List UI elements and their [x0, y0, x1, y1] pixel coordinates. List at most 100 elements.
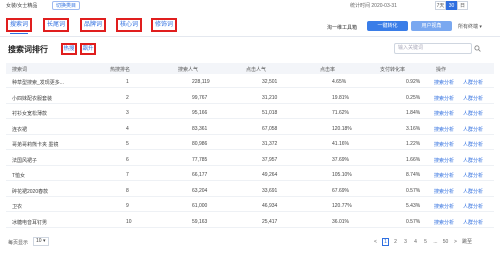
cell-search-pop: 80,986 — [192, 141, 208, 147]
search-icon[interactable] — [474, 45, 481, 52]
cell-click-pop: 49,264 — [262, 172, 278, 178]
cell-conv: 1.22% — [406, 141, 421, 147]
search-analysis-link[interactable]: 搜索分析 — [434, 110, 454, 117]
col-click-pop[interactable]: 点击人气 — [246, 66, 266, 73]
cell-click-pop: 33,691 — [262, 187, 278, 194]
col-conv[interactable]: 支付转化率 — [380, 66, 405, 73]
crowd-analysis-link[interactable]: 人群分析 — [463, 219, 483, 226]
tab-search-terms[interactable]: 搜索词 — [6, 18, 32, 34]
crowd-analysis-link[interactable]: 人群分析 — [463, 172, 483, 179]
search-analysis-link[interactable]: 搜索分析 — [434, 79, 454, 86]
timeframe-day[interactable]: 日 — [457, 1, 468, 10]
table-row: 哥弟哥莉熊卡夹 墨镜 5 80,986 31,372 41.16% 1.22% 搜索分析 人群… — [6, 137, 494, 150]
cell-term: 衬衫女宽松薄款 — [12, 111, 48, 117]
search-analysis-link[interactable]: 搜索分析 — [434, 95, 454, 102]
terminal-select-label: 所有终端 — [458, 24, 479, 30]
subtab-hot[interactable]: 热搜 — [61, 43, 77, 55]
pagination: < 1 2 3 4 5 ... 50 > — [372, 238, 459, 246]
cell-conv: 8.74% — [406, 172, 421, 178]
tab-core[interactable]: 核心词 — [116, 18, 142, 32]
cell-ctr: 120.18% — [332, 125, 352, 132]
page-size-select[interactable]: 10 ▾ — [33, 237, 49, 246]
cell-conv: 0.57% — [406, 187, 421, 194]
col-term[interactable]: 搜索词 — [12, 66, 27, 73]
crowd-analysis-link[interactable]: 人群分析 — [463, 141, 483, 148]
cell-ctr: 41.16% — [332, 141, 349, 147]
crowd-analysis-link[interactable]: 人群分析 — [463, 126, 483, 133]
next-page-button[interactable]: > — [452, 238, 459, 246]
table-row: 卫衣 9 61,000 46,934 120.77% 5.43% 搜索分析 人群分析 — [6, 199, 494, 212]
search-analysis-link[interactable]: 搜索分析 — [434, 126, 454, 133]
table-header: 搜索词 热搜排名 搜索人气 点击人气 点击率 支付转化率 操作 — [6, 63, 494, 74]
crowd-analysis-link[interactable]: 人群分析 — [463, 79, 483, 86]
period-text: 统计时间 2020-03-31 — [350, 3, 397, 9]
timeframe-switch: 7天 30天 日 — [435, 1, 468, 17]
timeframe-7d[interactable]: 7天 — [435, 1, 446, 10]
search-analysis-link[interactable]: 搜索分析 — [434, 157, 454, 164]
page-2[interactable]: 2 — [392, 238, 399, 246]
cell-conv: 1.84% — [406, 110, 421, 116]
search-analysis-link[interactable]: 搜索分析 — [434, 141, 454, 148]
user-view-button[interactable]: 用户视角 — [411, 21, 452, 31]
crowd-analysis-link[interactable]: 人群分析 — [463, 95, 483, 102]
tab-brand[interactable]: 品牌词 — [80, 18, 106, 32]
table-row: 碎花裙2020春款 8 63,204 33,691 67.69% 0.57% 搜索分析 人群分… — [6, 184, 494, 197]
cell-search-pop: 59,163 — [192, 218, 208, 225]
cell-search-pop: 99,767 — [192, 94, 208, 101]
category-breadcrumb: 女装/女士精品 — [6, 3, 38, 9]
cell-rank: 6 — [126, 156, 129, 163]
prev-page-button[interactable]: < — [372, 238, 379, 246]
table-row: 小四妹配衣服套装 2 99,767 31,210 19.81% 0.25% 搜索分析 人群分析 — [6, 91, 494, 104]
page-last[interactable]: 50 — [442, 238, 449, 246]
cell-rank: 2 — [126, 94, 129, 101]
table-row: T恤女 7 66,177 49,264 105.10% 8.74% 搜索分析 人群分析 — [6, 168, 494, 181]
cell-term: 冰糖电音耳钉男 — [12, 219, 48, 226]
crowd-analysis-link[interactable]: 人群分析 — [463, 157, 483, 164]
crowd-analysis-link[interactable]: 人群分析 — [463, 203, 483, 210]
cell-rank: 1 — [126, 79, 129, 85]
cell-term: 小四妹配衣服套装 — [12, 95, 53, 102]
tab-long-tail[interactable]: 长尾词 — [43, 18, 69, 32]
crowd-analysis-link[interactable]: 人群分析 — [463, 110, 483, 117]
table-row: 冰糖电音耳钉男 10 59,163 25,417 36.01% 0.57% 搜索分析 人群分析 — [6, 215, 494, 228]
chevron-down-icon: ▾ — [42, 238, 46, 244]
cell-rank: 8 — [126, 187, 129, 194]
search-analysis-link[interactable]: 搜索分析 — [434, 188, 454, 195]
terminal-select[interactable]: 所有终端 ▾ — [458, 23, 482, 30]
col-rank[interactable]: 热搜排名 — [110, 66, 130, 73]
search-analysis-link[interactable]: 搜索分析 — [434, 203, 454, 210]
subtab-rising[interactable]: 飙升 — [80, 43, 96, 55]
cell-search-pop: 66,177 — [192, 172, 208, 178]
cell-term: 哥弟哥莉熊卡夹 墨镜 — [12, 142, 59, 148]
page-4[interactable]: 4 — [412, 238, 419, 246]
tab-label: 搜索词 — [9, 22, 28, 28]
cell-search-pop: 77,785 — [192, 156, 208, 163]
switch-category-button[interactable]: 切换类目 — [52, 1, 81, 10]
cell-search-pop: 61,000 — [192, 203, 208, 209]
page-1[interactable]: 1 — [382, 238, 389, 246]
page-5[interactable]: 5 — [422, 238, 429, 246]
cell-term: 卫衣 — [12, 204, 23, 210]
cell-ctr: 37.69% — [332, 156, 349, 163]
cell-ctr: 36.01% — [332, 218, 349, 225]
table-row: 衬衫女宽松薄款 3 95,166 51,018 71.62% 1.84% 搜索分析 人群分析 — [6, 106, 494, 119]
table-row: 法国风裙子 6 77,785 37,957 37.69% 1.66% 搜索分析 人群分析 — [6, 153, 494, 166]
chevron-down-icon: ▾ — [479, 24, 482, 30]
cell-conv: 3.16% — [406, 125, 421, 132]
table-row: 种草型搜索_发现更多... 1 228,119 32,501 4.65% 0.92% 搜索分… — [6, 75, 494, 88]
col-ctr[interactable]: 点击率 — [320, 66, 335, 73]
crowd-analysis-link[interactable]: 人群分析 — [463, 188, 483, 195]
search-analysis-link[interactable]: 搜索分析 — [434, 172, 454, 179]
cell-click-pop: 31,210 — [262, 94, 278, 101]
col-search-pop[interactable]: 搜索人气 — [178, 66, 198, 73]
timeframe-30d[interactable]: 30天 — [446, 1, 457, 17]
cell-term: 连衣裙 — [12, 126, 28, 133]
search-analysis-link[interactable]: 搜索分析 — [434, 219, 454, 226]
cell-click-pop: 51,018 — [262, 110, 278, 116]
convert-button[interactable]: 一键转化 — [367, 21, 408, 31]
tab-modifier[interactable]: 修饰词 — [151, 18, 177, 32]
goto-page-label[interactable]: 跳至 — [462, 238, 472, 245]
search-input[interactable]: 输入关键词 — [394, 43, 472, 54]
page-3[interactable]: 3 — [402, 238, 409, 246]
cell-term: T恤女 — [12, 173, 26, 179]
